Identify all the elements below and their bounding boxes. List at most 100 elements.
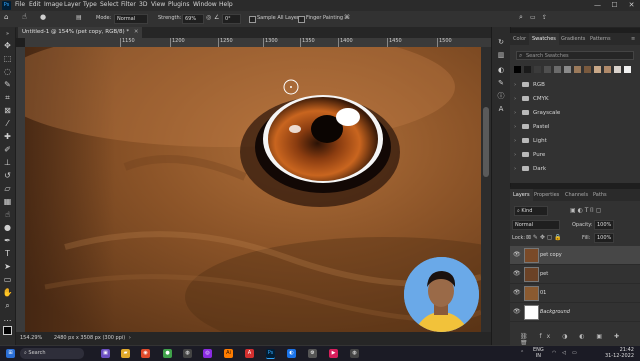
layer-row[interactable]: 👁 pet copy	[510, 246, 640, 265]
menu-window[interactable]: Window	[193, 1, 217, 8]
swatch-folder[interactable]: › Pastel	[514, 121, 634, 133]
color-swatch[interactable]	[554, 66, 561, 73]
photoshop-taskbar-icon[interactable]: Ps	[266, 349, 275, 359]
menu-filter[interactable]: Filter	[121, 1, 136, 8]
document-tab[interactable]: Untitled-1 @ 154% (pet copy, RGB/8) * ✕	[18, 27, 143, 38]
color-swatch[interactable]	[564, 66, 571, 73]
move-tool-icon[interactable]: ✥	[2, 40, 13, 51]
home-icon[interactable]: ⌂	[4, 13, 8, 21]
volume-icon[interactable]: ◁	[562, 350, 566, 356]
visibility-eye-icon[interactable]: 👁	[513, 308, 521, 315]
obs-icon[interactable]: ●	[163, 349, 172, 358]
angle-input[interactable]: 0°	[222, 14, 241, 24]
app-icon[interactable]: ◍	[183, 349, 192, 358]
eraser-tool-icon[interactable]: ▱	[2, 183, 13, 194]
filter-icons[interactable]: ▣ ◐ T ⌷ ▢	[570, 207, 601, 215]
battery-icon[interactable]: ▭	[572, 350, 577, 356]
foreground-color-swatch[interactable]	[3, 326, 12, 335]
tab-patterns[interactable]: Patterns	[587, 33, 614, 45]
acrobat-icon[interactable]: A	[245, 349, 254, 358]
menu-edit[interactable]: Edit	[29, 1, 41, 8]
share-icon[interactable]: ⇪	[542, 14, 547, 21]
quick-select-tool-icon[interactable]: ✎	[2, 79, 13, 90]
swatch-folder[interactable]: › Dark	[514, 163, 634, 175]
color-swatch[interactable]	[534, 66, 541, 73]
smudge-tool-icon[interactable]: ☝	[2, 209, 13, 220]
dodge-tool-icon[interactable]: ●	[2, 222, 13, 233]
task-view-icon[interactable]: ▣	[101, 349, 110, 358]
clone-stamp-tool-icon[interactable]: ⊥	[2, 157, 13, 168]
illustrator-icon[interactable]: Ai	[224, 349, 233, 358]
history-icon[interactable]: ↻	[496, 37, 506, 47]
smudge-tool-icon[interactable]: ☝	[22, 12, 27, 21]
crop-tool-icon[interactable]: ⌗	[2, 92, 13, 103]
color-swatch[interactable]	[574, 66, 581, 73]
status-arrow-icon[interactable]: ›	[129, 335, 131, 341]
collapse-icon[interactable]: »	[2, 29, 13, 40]
layer-row[interactable]: 👁 01	[510, 284, 640, 303]
opacity-input[interactable]: 100%	[594, 220, 614, 230]
frame-tool-icon[interactable]: ⊠	[2, 105, 13, 116]
color-swatch[interactable]	[614, 66, 621, 73]
color-swatch[interactable]	[584, 66, 591, 73]
layer-row[interactable]: 👁 pet	[510, 265, 640, 284]
history-brush-tool-icon[interactable]: ↺	[2, 170, 13, 181]
swatch-folder[interactable]: › Light	[514, 135, 634, 147]
menu-select[interactable]: Select	[100, 1, 119, 8]
strength-input[interactable]: 69%	[182, 14, 204, 24]
layer-row[interactable]: 👁 Background	[510, 303, 640, 322]
tab-properties[interactable]: Properties	[531, 189, 562, 201]
wifi-icon[interactable]: ◠	[552, 350, 556, 356]
chrome-icon[interactable]: ◐	[287, 349, 296, 358]
eyedropper-tool-icon[interactable]: ⁄	[2, 118, 13, 129]
zoom-level[interactable]: 154.29%	[20, 335, 42, 341]
taskbar-search-box[interactable]: ⌕ Search	[20, 348, 84, 359]
swatch-folder[interactable]: › RGB	[514, 79, 634, 91]
color-swatch[interactable]	[524, 66, 531, 73]
symmetry-icon[interactable]: ⌘	[344, 14, 350, 21]
marquee-tool-icon[interactable]: ⬚	[2, 53, 13, 64]
color-swatch[interactable]	[604, 66, 611, 73]
app-icon[interactable]: ◍	[350, 349, 359, 358]
close-icon[interactable]: ✕	[623, 0, 640, 11]
tab-color[interactable]: Color	[510, 33, 529, 45]
photoshop-logo-icon[interactable]: Ps	[2, 1, 11, 10]
windows-start-icon[interactable]: ⊞	[6, 349, 15, 358]
character-icon[interactable]: A	[496, 104, 506, 114]
gradient-tool-icon[interactable]: ▦	[2, 196, 13, 207]
rectangle-tool-icon[interactable]: ▭	[2, 274, 13, 285]
menu-view[interactable]: View	[151, 1, 165, 8]
menu-plugins[interactable]: Plugins	[168, 1, 190, 8]
brush-settings-icon[interactable]: ▤	[76, 14, 82, 21]
app-icon[interactable]: ⚙	[308, 349, 317, 358]
more-tools-icon[interactable]: …	[2, 313, 13, 324]
zoom-tool-icon[interactable]: ⌕	[2, 300, 13, 311]
lasso-tool-icon[interactable]: ◌	[2, 66, 13, 77]
creative-cloud-icon[interactable]: ◎	[203, 349, 212, 358]
pressure-icon[interactable]: ◎	[206, 14, 211, 21]
menu-type[interactable]: Type	[83, 1, 97, 8]
path-selection-tool-icon[interactable]: ➤	[2, 261, 13, 272]
color-swatch[interactable]	[594, 66, 601, 73]
finger-painting-checkbox[interactable]	[298, 16, 305, 23]
workspace-icon[interactable]: ▭	[530, 14, 536, 21]
file-explorer-icon[interactable]: ▰	[121, 349, 130, 358]
color-swatch[interactable]	[624, 66, 631, 73]
layer-filter-select[interactable]: ⌕ Kind	[514, 206, 548, 216]
visibility-eye-icon[interactable]: 👁	[513, 289, 521, 296]
pen-tool-icon[interactable]: ✒	[2, 235, 13, 246]
minimize-icon[interactable]: —	[589, 0, 606, 11]
visibility-eye-icon[interactable]: 👁	[513, 270, 521, 277]
clock[interactable]: 21:42 31-12-2022	[605, 347, 634, 359]
color-swatch[interactable]	[544, 66, 551, 73]
brush-preset-icon[interactable]: ●	[40, 13, 46, 21]
firefox-icon[interactable]: ◉	[141, 349, 150, 358]
healing-brush-tool-icon[interactable]: ✚	[2, 131, 13, 142]
maximize-icon[interactable]: ☐	[606, 0, 623, 11]
close-tab-icon[interactable]: ✕	[134, 29, 139, 35]
tab-gradients[interactable]: Gradients	[558, 33, 588, 45]
swatch-search-input[interactable]: Search Swatches	[516, 51, 634, 60]
vertical-scrollbar[interactable]	[481, 47, 491, 332]
adjustments-icon[interactable]: ◐	[496, 65, 506, 75]
menu-image[interactable]: Image	[44, 1, 63, 8]
